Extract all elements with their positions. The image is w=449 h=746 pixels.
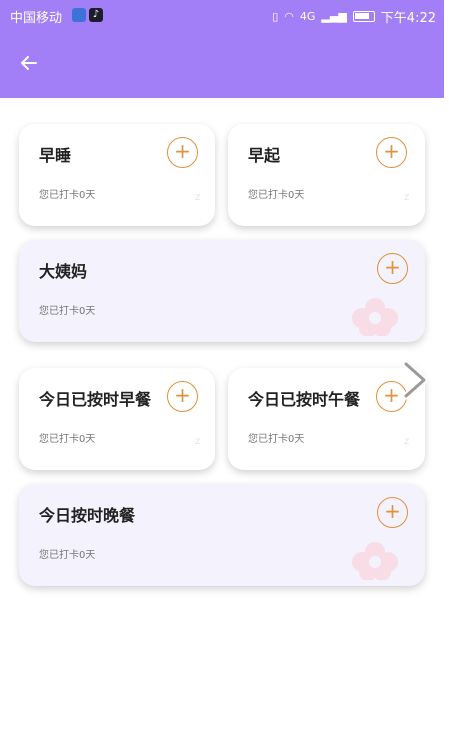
moon-sleep-icon: z <box>384 436 409 459</box>
notification-app-icon <box>72 8 86 22</box>
moon-sleep-icon: z <box>384 192 409 215</box>
checkin-card-lunch[interactable]: 今日已按时午餐 + 您已打卡0天 z <box>228 368 425 470</box>
app-header: 中国移动 ♪ ▯ ◠ 4G ▂▄▆ 下午4:22 <box>0 0 444 98</box>
card-subtitle: 您已打卡0天 <box>248 434 305 445</box>
back-button[interactable] <box>18 52 40 74</box>
card-subtitle: 您已打卡0天 <box>39 550 96 561</box>
card-title: 早睡 <box>39 146 72 165</box>
network-type-label: 4G <box>299 10 316 23</box>
status-bar: 中国移动 ♪ ▯ ◠ 4G ▂▄▆ 下午4:22 <box>0 0 444 30</box>
checkin-card-early-rise[interactable]: 早起 + 您已打卡0天 z <box>228 124 425 226</box>
card-title: 今日已按时早餐 <box>39 390 152 409</box>
vibrate-icon: ▯ <box>272 10 279 23</box>
card-title: 今日已按时午餐 <box>248 390 361 409</box>
card-title: 早起 <box>248 146 281 165</box>
clock: 下午4:22 <box>380 11 436 26</box>
signal-icon: ▂▄▆ <box>321 10 347 23</box>
moon-sleep-icon: z <box>175 192 200 215</box>
tiktok-icon: ♪ <box>89 8 103 22</box>
add-checkin-button[interactable]: + <box>376 137 407 168</box>
carrier-label: 中国移动 <box>10 11 63 26</box>
checkin-card-breakfast[interactable]: 今日已按时早餐 + 您已打卡0天 z <box>19 368 215 470</box>
svg-text:z: z <box>404 192 409 203</box>
checkin-card-period[interactable]: 大姨妈 + 您已打卡0天 <box>19 240 425 342</box>
flower-icon <box>352 298 398 336</box>
card-title: 大姨妈 <box>39 262 88 281</box>
add-checkin-button[interactable]: + <box>377 253 408 284</box>
add-checkin-button[interactable]: + <box>167 137 198 168</box>
card-subtitle: 您已打卡0天 <box>248 190 305 201</box>
svg-text:z: z <box>404 436 409 447</box>
wifi-icon: ◠ <box>284 10 294 23</box>
status-icons: ▯ ◠ 4G ▂▄▆ 下午4:22 <box>272 7 436 26</box>
checkin-card-dinner[interactable]: 今日按时晚餐 + 您已打卡0天 <box>19 484 425 586</box>
svg-text:z: z <box>195 436 200 447</box>
card-subtitle: 您已打卡0天 <box>39 306 96 317</box>
checkin-card-early-sleep[interactable]: 早睡 + 您已打卡0天 z <box>19 124 215 226</box>
add-checkin-button[interactable]: + <box>377 497 408 528</box>
add-checkin-button[interactable]: + <box>167 381 198 412</box>
chevron-right-icon[interactable] <box>400 360 430 400</box>
arrow-left-icon <box>21 56 37 70</box>
svg-text:z: z <box>195 192 200 203</box>
flower-icon <box>352 542 398 580</box>
card-subtitle: 您已打卡0天 <box>39 434 96 445</box>
card-subtitle: 您已打卡0天 <box>39 190 96 201</box>
card-title: 今日按时晚餐 <box>39 506 136 525</box>
battery-icon <box>352 11 375 22</box>
moon-sleep-icon: z <box>175 436 200 459</box>
